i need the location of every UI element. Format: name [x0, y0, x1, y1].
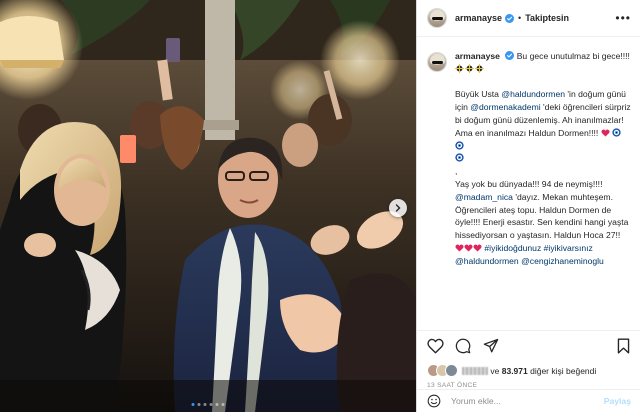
post-timestamp[interactable]: 13 SAAT ÖNCE	[427, 382, 477, 389]
post-side-panel: armanayse • Takiptesin ••• armanayse Bu …	[416, 0, 640, 412]
avatar[interactable]	[427, 52, 447, 72]
comment-input[interactable]: Yorum ekle...	[451, 396, 604, 406]
likes-and: ve	[490, 365, 500, 376]
avatar[interactable]	[427, 8, 447, 28]
emoji-icon[interactable]	[427, 394, 441, 408]
instagram-post-modal: armanayse • Takiptesin ••• armanayse Bu …	[0, 0, 640, 412]
share-button[interactable]	[482, 337, 500, 355]
caption-row: armanayse Bu gece unutulmaz bi gece!!!!	[427, 50, 631, 268]
separator-dot: •	[518, 13, 522, 23]
chevron-right-icon	[395, 204, 401, 212]
likes-count[interactable]: 83.971	[502, 366, 528, 376]
mention-link[interactable]: @cengizhaneminoglu	[521, 256, 604, 266]
carousel-dot	[221, 403, 225, 406]
red-heart-emoji	[601, 129, 610, 137]
caption-line-1: Bu gece unutulmaz bi gece!!!!	[516, 51, 630, 61]
comment-button[interactable]	[454, 337, 472, 355]
following-button[interactable]: Takiptesin	[525, 13, 569, 23]
caption-username[interactable]: armanayse	[455, 51, 500, 61]
carousel-dot	[209, 403, 213, 406]
post-comment-button[interactable]: Paylaş	[604, 396, 631, 406]
comment-bar: Yorum ekle... Paylaş	[417, 389, 640, 412]
party-photo	[0, 0, 416, 412]
nazar-emoji	[612, 128, 621, 137]
liker-avatar	[445, 364, 458, 377]
red-heart-emoji	[473, 244, 482, 252]
carousel-dot	[215, 403, 219, 406]
red-heart-emoji	[455, 244, 464, 252]
more-options-icon[interactable]: •••	[615, 12, 631, 24]
red-heart-emoji	[464, 244, 473, 252]
author-username[interactable]: armanayse	[455, 13, 502, 23]
hashtag-link[interactable]: #iyikidoğdunuz	[484, 243, 541, 253]
share-icon	[483, 338, 499, 353]
verified-badge-icon	[505, 13, 515, 23]
hashtag-link[interactable]: #iyikivarsınız	[544, 243, 593, 253]
caption-comma: ,	[455, 166, 458, 177]
carousel-dot-active	[191, 403, 195, 406]
likes-text: ve 83.971 diğer kişi beğendi	[462, 366, 596, 376]
caption-text-part: Büyük Usta	[455, 89, 502, 100]
carousel-indicator	[191, 403, 225, 406]
likes-summary[interactable]: ve 83.971 diğer kişi beğendi	[427, 364, 596, 377]
party-emoji	[455, 63, 484, 73]
nazar-emoji	[455, 140, 464, 150]
caption-text-part: Yaş yok bu dünyada!!! 94 de neymiş!!!!	[455, 178, 603, 189]
mention-link[interactable]: @haldundormen	[455, 256, 519, 266]
mention-link[interactable]: @dormenakademi	[470, 102, 540, 112]
hidden-liker-name	[462, 366, 488, 375]
carousel-dot	[197, 403, 201, 406]
caption-section: armanayse Bu gece unutulmaz bi gece!!!!	[417, 38, 640, 328]
comment-icon	[455, 338, 471, 353]
post-media[interactable]	[0, 0, 416, 412]
likes-suffix: diğer kişi beğendi	[530, 365, 597, 376]
post-header: armanayse • Takiptesin •••	[417, 0, 640, 37]
verified-badge-icon	[505, 51, 515, 60]
action-bar	[417, 330, 640, 360]
carousel-dot	[203, 403, 207, 406]
bookmark-icon	[617, 337, 629, 354]
nazar-emoji	[455, 153, 464, 163]
caption-text: armanayse Bu gece unutulmaz bi gece!!!!	[455, 50, 631, 268]
heart-icon	[426, 338, 444, 353]
mention-link[interactable]: @haldundormen	[501, 89, 565, 99]
next-slide-button[interactable]	[389, 199, 407, 217]
like-button[interactable]	[426, 337, 444, 355]
mention-link[interactable]: @madam_nica	[455, 192, 513, 202]
save-button[interactable]	[614, 337, 632, 355]
